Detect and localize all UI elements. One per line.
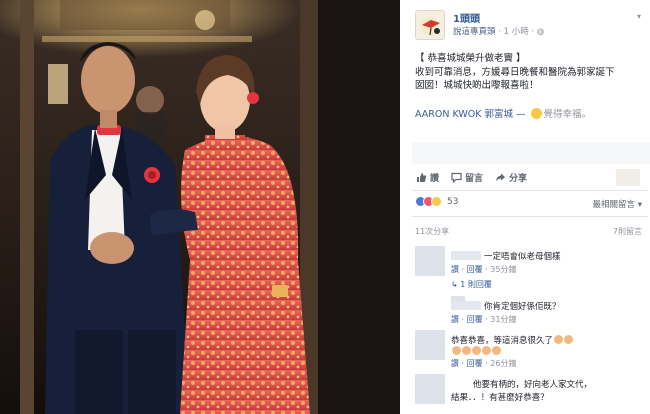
comment-like-link[interactable]: 讚: [451, 265, 459, 274]
emoji-icon: [554, 335, 564, 344]
comment-meta: 讚 · 回覆 · 26分鐘: [451, 359, 517, 368]
post-body-line-1: 【 恭喜城城榮升做老竇 】: [415, 53, 526, 64]
facebook-post-panel: 1頭頭 說這專頁頭 · 1 小時 · ◍ ▾ 【 恭喜城城榮升做老竇 】 收到可…: [405, 0, 650, 414]
share-arrow-icon: [496, 173, 506, 181]
comment-item: 一定唔會似老母個樣 讚 · 回覆 · 35分鐘 ↳ 1 則回覆: [415, 246, 647, 292]
comment-text-line-2: 結果．．！有甚麼好恭喜？: [451, 393, 549, 403]
comment-body: 一定唔會似老母個樣: [484, 252, 561, 262]
share-count-link[interactable]: 11次分享: [415, 226, 449, 237]
page-name-link[interactable]: 1頭頭: [453, 10, 480, 25]
wedding-photo-illustration: [0, 0, 400, 414]
view-replies-link[interactable]: ↳ 1 則回覆: [451, 279, 492, 290]
comment-text-line-1: 他要有柄的，好向老人家文代，: [473, 380, 593, 390]
comment-emoji-row: [451, 346, 501, 357]
comment-text: 恭喜恭喜，等這消息很久了: [451, 334, 574, 346]
comment-body: 恭喜恭喜，等這消息很久了: [451, 336, 554, 346]
commenter-avatar[interactable]: [415, 246, 445, 276]
post-actions-bar: 讚 留言 分享: [412, 166, 650, 188]
emoji-icon: [564, 335, 574, 344]
haha-reaction-icon: [431, 196, 442, 207]
commenter-avatar[interactable]: [415, 330, 445, 360]
globe-icon: ◍: [536, 27, 545, 37]
page-avatar[interactable]: [415, 10, 445, 40]
comment-time[interactable]: 26分鐘: [490, 359, 516, 368]
post-body-line-3: 囡囡！城城快啲出嚟報喜啦！: [415, 80, 539, 91]
like-button[interactable]: 讚: [416, 171, 439, 184]
commenter-name[interactable]: [451, 251, 481, 260]
post-mention: AARON KWOK 郭富城 — 覺得幸福。: [415, 108, 592, 120]
page-logo-icon: [421, 17, 440, 36]
divider: [412, 216, 648, 217]
emoji-icon: [492, 346, 501, 355]
emoji-icon: [452, 346, 461, 355]
divider: [412, 190, 648, 191]
like-label: 讚: [430, 173, 440, 184]
share-label: 分享: [509, 173, 528, 184]
sort-label: 最相關留言: [592, 200, 636, 210]
post-body-line-2: 收到可靠消息，方媛尋日晚餐和醫院為郭家誕下: [415, 66, 615, 78]
comment-item: 你肯定個好係佢既？ 讚 · 回覆 · 31分鐘: [415, 296, 647, 328]
reactions-summary[interactable]: 53: [415, 196, 458, 207]
comment-text: 一定唔會似老母個樣: [451, 250, 561, 262]
post-options-chevron-icon[interactable]: ▾: [637, 12, 641, 21]
reply-arrow-icon: ↳: [451, 280, 458, 289]
feeling-text: 覺得幸福。: [543, 109, 592, 120]
thumbs-up-icon: [417, 172, 427, 182]
comment-like-link[interactable]: 讚: [451, 315, 459, 324]
viewer-avatar-thumbnail[interactable]: [616, 169, 640, 186]
comment-item: 恭喜恭喜，等這消息很久了 讚 · 回覆 · 26分鐘: [415, 330, 647, 370]
comment-meta: 讚 · 回覆 · 35分鐘: [451, 265, 517, 274]
commenter-name[interactable]: [451, 301, 481, 310]
comment-body: 你肯定個好係佢既？: [484, 302, 561, 312]
comment-time[interactable]: 31分鐘: [490, 315, 516, 324]
comment-reply-link[interactable]: 回覆: [467, 265, 483, 274]
smile-icon: [530, 108, 542, 119]
chevron-down-icon: ▾: [637, 200, 642, 210]
emoji-icon: [482, 346, 491, 355]
emoji-icon: [462, 346, 471, 355]
post-time[interactable]: · 1 小時 · ◍: [498, 27, 544, 37]
wedding-photo: [0, 0, 400, 414]
page-subtitle: 說這專頁頭 · 1 小時 · ◍: [453, 25, 544, 37]
mention-name-link[interactable]: AARON KWOK 郭富城: [415, 109, 513, 120]
comment-meta: 讚 · 回覆 · 31分鐘: [451, 315, 517, 324]
comment-icon: [451, 172, 462, 183]
blurred-area: [412, 142, 650, 164]
post-header: 1頭頭 說這專頁頭 · 1 小時 · ◍ ▾: [415, 8, 645, 40]
post-time-text: 1 小時: [503, 27, 529, 37]
comment-sort-dropdown[interactable]: 最相關留言 ▾: [593, 198, 643, 210]
comment-item: 他要有柄的，好向老人家文代， 結果．．！有甚麼好恭喜？: [415, 374, 647, 410]
comment-time[interactable]: 35分鐘: [490, 265, 516, 274]
post-body: 【 恭喜城城榮升做老竇 】 收到可靠消息，方媛尋日晚餐和醫院為郭家誕下 囡囡！城…: [415, 52, 647, 93]
comment-button[interactable]: 留言: [451, 171, 483, 184]
reaction-count: 53: [447, 196, 459, 207]
share-button[interactable]: 分享: [495, 171, 527, 184]
comment-label: 留言: [465, 173, 484, 184]
comment-like-link[interactable]: 讚: [451, 359, 459, 368]
comment-reply-link[interactable]: 回覆: [467, 315, 483, 324]
commenter-avatar[interactable]: [415, 374, 445, 404]
page-subtitle-text[interactable]: 說這專頁頭: [453, 27, 496, 37]
comment-reply-link[interactable]: 回覆: [467, 359, 483, 368]
comment-text: 你肯定個好係佢既？: [451, 300, 561, 312]
previous-comments-link[interactable]: 7則留言: [613, 226, 642, 237]
emoji-icon: [472, 346, 481, 355]
view-replies-text: 1 則回覆: [460, 280, 492, 289]
